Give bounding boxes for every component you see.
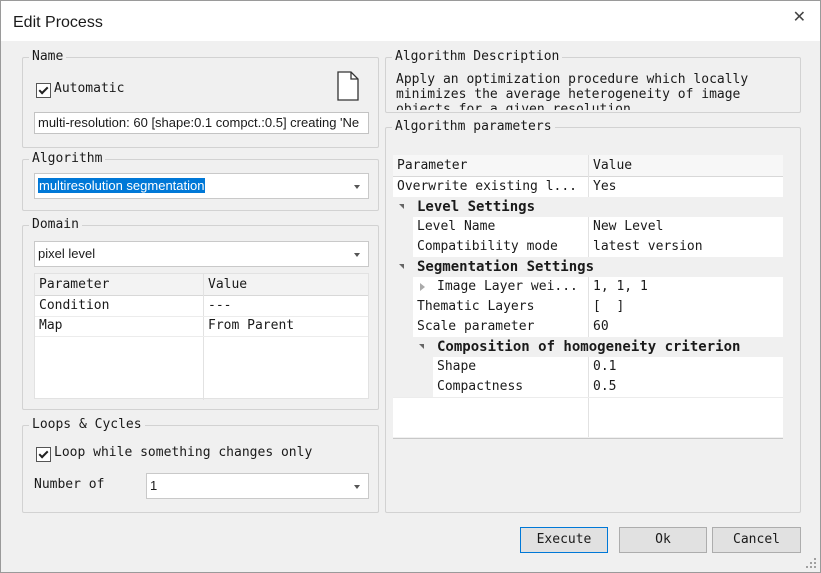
algorithm-description-group: Algorithm Description Apply an optimizat… [385,49,801,113]
row-value: 60 [593,319,609,334]
category-row[interactable]: Composition of homogeneity criterion [393,337,783,357]
table-row[interactable]: Shape 0.1 [393,357,783,377]
row-parameter: Scale parameter [417,319,535,334]
row-parameter: Compatibility mode [417,239,558,254]
table-row[interactable]: Overwrite existing l... Yes [393,177,783,197]
table-row[interactable]: Image Layer wei... 1, 1, 1 [393,277,783,297]
description-group-label: Algorithm Description [392,49,563,65]
document-icon [337,71,359,101]
number-of-cycles-value: 1 [150,478,158,493]
window-title: Edit Process [13,14,103,31]
category-label: Segmentation Settings [417,259,595,275]
row-value: latest version [593,239,703,254]
cancel-button[interactable]: Cancel [712,527,801,553]
algorithm-parameter-grid: Parameter Value Overwrite existing l... … [393,155,783,439]
collapse-triangle-icon[interactable] [419,344,424,349]
row-value: 1, 1, 1 [593,279,648,294]
column-header-parameter: Parameter [39,277,110,292]
loops-group-label: Loops & Cycles [29,417,145,433]
algorithm-select[interactable]: multiresolution segmentation [34,173,369,199]
table-row[interactable]: Map From Parent [35,316,368,337]
description-line: minimizes the average heterogeneity of i… [396,87,741,102]
domain-select-value: pixel level [38,246,96,261]
row-value: Yes [593,179,617,194]
description-text: Apply an optimization procedure which lo… [396,72,796,110]
row-parameter: Condition [39,298,110,313]
edit-process-dialog: Edit Process ✕ Name Automatic multi-reso… [0,0,821,573]
loop-changes-label: Loop while something changes only [54,445,313,460]
row-value: New Level [593,219,664,234]
row-parameter: Level Name [417,219,496,234]
loops-cycles-group: Loops & Cycles Loop while something chan… [22,417,379,513]
title-bar: Edit Process ✕ [1,1,820,41]
row-value: 0.1 [593,359,617,374]
description-line: Apply an optimization procedure which lo… [396,72,749,87]
table-row[interactable]: Condition --- [35,296,368,317]
automatic-checkbox[interactable] [36,83,51,98]
collapse-triangle-icon[interactable] [399,264,404,269]
automatic-label: Automatic [54,81,125,96]
chevron-down-icon[interactable] [354,185,360,189]
number-of-cycles-select[interactable]: 1 [146,473,369,499]
algorithm-group: Algorithm multiresolution segmentation [22,151,379,211]
execute-button[interactable]: Execute [520,527,608,553]
grid-empty-area [393,397,783,439]
name-group-label: Name [29,49,67,65]
close-icon[interactable]: ✕ [793,7,806,26]
domain-group-label: Domain [29,217,82,233]
row-value: --- [208,298,232,313]
domain-select[interactable]: pixel level [34,241,369,267]
process-name-input[interactable]: multi-resolution: 60 [shape:0.1 compct.:… [34,112,369,134]
row-parameter: Overwrite existing l... [397,179,578,194]
algorithm-group-label: Algorithm [29,151,106,167]
column-header-value: Value [208,277,248,292]
row-value: 0.5 [593,379,617,394]
resize-grip-icon[interactable] [804,556,818,570]
row-parameter: Thematic Layers [417,299,535,314]
table-row[interactable]: Compatibility mode latest version [393,237,783,257]
expand-triangle-icon[interactable] [420,283,425,291]
category-label: Composition of homogeneity criterion [437,339,741,355]
row-parameter: Compactness [437,379,524,394]
row-value: [ ] [593,299,625,314]
row-parameter: Map [39,318,63,333]
algorithm-parameters-group: Algorithm parameters Parameter Value Ove… [385,119,801,513]
parameters-group-label: Algorithm parameters [392,119,555,135]
number-of-label: Number of [34,477,105,492]
table-row[interactable]: Level Name New Level [393,217,783,237]
row-parameter: Shape [437,359,477,374]
domain-parameter-grid: Parameter Value Condition --- Map From P… [34,273,369,400]
collapse-triangle-icon[interactable] [399,204,404,209]
column-header-value: Value [593,158,633,173]
row-parameter: Image Layer wei... [437,279,578,294]
row-value: From Parent [208,318,295,333]
column-header-parameter: Parameter [397,158,468,173]
category-row[interactable]: Segmentation Settings [393,257,783,277]
ok-button[interactable]: Ok [619,527,707,553]
loop-changes-checkbox[interactable] [36,447,51,462]
domain-group: Domain pixel level Parameter Value Condi… [22,217,379,410]
grid-header: Parameter Value [35,274,368,296]
description-line: objects for a given resolution [396,102,631,110]
table-row[interactable]: Thematic Layers [ ] [393,297,783,317]
category-label: Level Settings [417,199,536,215]
name-group: Name Automatic multi-resolution: 60 [sha… [22,49,379,148]
chevron-down-icon[interactable] [354,253,360,257]
algorithm-select-value: multiresolution segmentation [38,178,206,193]
table-row[interactable]: Compactness 0.5 [393,377,783,397]
chevron-down-icon[interactable] [354,485,360,489]
category-row[interactable]: Level Settings [393,197,783,217]
table-row[interactable]: Scale parameter 60 [393,317,783,337]
